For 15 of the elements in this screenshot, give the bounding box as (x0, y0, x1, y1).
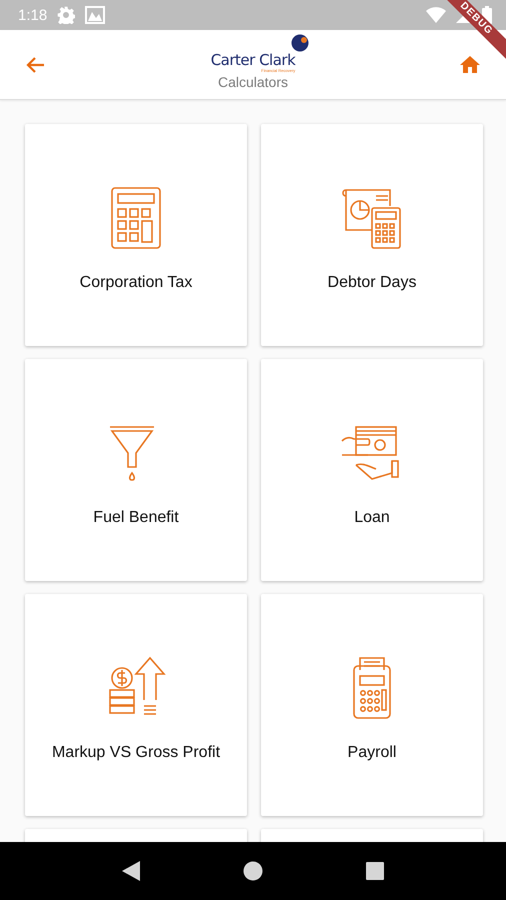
card-label: Markup VS Gross Profit (50, 743, 222, 763)
calculator-card[interactable]: Loan (261, 359, 483, 581)
calculator-card[interactable]: Fuel Benefit (25, 359, 247, 581)
clock-time: 1:18 (18, 6, 48, 24)
card-label: Corporation Tax (78, 273, 194, 293)
card-label: Debtor Days (326, 273, 418, 293)
card-label: Fuel Benefit (92, 508, 180, 528)
logo-name: Carter Clark (210, 52, 296, 68)
calculator-card[interactable]: Corporation Tax (25, 124, 247, 346)
card-label: Payroll (346, 743, 398, 763)
card-label: Loan (353, 508, 391, 528)
calculator-card[interactable]: Markup VS Gross Profit (25, 594, 247, 816)
calculator-card[interactable]: Payroll (261, 594, 483, 816)
page-title: Calculators (218, 73, 288, 91)
calculator-card[interactable]: Debtor Days (261, 124, 483, 346)
